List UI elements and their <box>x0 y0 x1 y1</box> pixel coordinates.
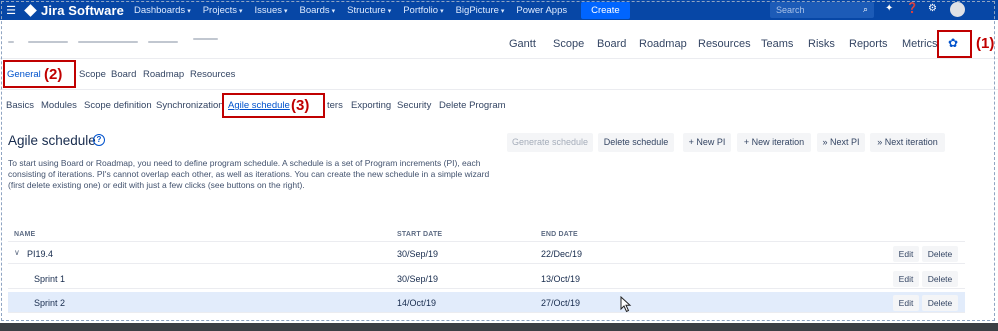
settings-icon[interactable]: ⚙ <box>928 3 937 14</box>
subnav-scope[interactable]: Scope <box>79 69 106 80</box>
divider <box>0 58 998 59</box>
row-start-date: 30/Sep/19 <box>397 274 439 284</box>
nav-dashboards[interactable]: Dashboards ▾ <box>134 5 191 16</box>
annotation-label-1: (1) <box>976 35 995 52</box>
tab-exporting[interactable]: Exporting <box>351 100 391 111</box>
delete-button[interactable]: Delete <box>922 295 958 311</box>
tab-filters[interactable]: ters <box>327 100 343 111</box>
nav-issues[interactable]: Issues ▾ <box>255 5 288 16</box>
column-header-name: NAME <box>14 231 36 238</box>
search-icon: ⌕ <box>862 4 868 14</box>
annotation-box-1 <box>937 30 972 58</box>
project-nav-reports[interactable]: Reports <box>849 38 888 50</box>
nav-bigpicture[interactable]: BigPicture ▾ <box>456 5 505 16</box>
search-input[interactable]: Search ⌕ <box>770 2 874 18</box>
schedule-description: To start using Board or Roadmap, you nee… <box>8 158 490 190</box>
nav-boards[interactable]: Boards ▾ <box>300 5 336 16</box>
nav-portfolio[interactable]: Portfolio ▾ <box>403 5 443 16</box>
column-header-end-date: END DATE <box>541 231 578 238</box>
delete-schedule-button[interactable]: Delete schedule <box>598 133 674 152</box>
edit-button[interactable]: Edit <box>893 295 919 311</box>
avatar[interactable] <box>950 2 965 17</box>
edit-button[interactable]: Edit <box>893 246 919 262</box>
project-nav-teams[interactable]: Teams <box>761 38 793 50</box>
row-start-date: 14/Oct/19 <box>397 298 437 308</box>
next-pi-button[interactable]: » Next PI <box>817 133 865 152</box>
nav-projects[interactable]: Projects ▾ <box>203 5 243 16</box>
chevron-down-icon: ▾ <box>500 7 505 15</box>
project-nav-risks[interactable]: Risks <box>808 38 835 50</box>
nav-power-apps[interactable]: Power Apps <box>516 5 567 16</box>
page-title: Agile schedule <box>8 133 96 148</box>
row-end-date: 27/Oct/19 <box>541 298 581 308</box>
new-pi-button[interactable]: + New PI <box>683 133 731 152</box>
annotation-label-2: (2) <box>44 66 63 83</box>
help-icon[interactable]: ? <box>93 134 105 146</box>
chevron-down-icon: ▾ <box>239 7 243 15</box>
project-nav-gantt[interactable]: Gantt <box>509 38 536 50</box>
jira-diamond-icon <box>24 3 37 17</box>
project-nav-resources[interactable]: Resources <box>698 38 751 50</box>
annotation-box-2 <box>3 60 76 88</box>
help-icon[interactable]: ❓ <box>906 3 918 14</box>
table-row-sprint[interactable]: Sprint 1 30/Sep/19 13/Oct/19 Edit Delete <box>8 268 965 289</box>
chevron-down-icon: ▾ <box>387 7 392 15</box>
project-title-blurred <box>8 36 223 48</box>
table-row-sprint-selected[interactable]: Sprint 2 14/Oct/19 27/Oct/19 Edit Delete <box>8 292 965 313</box>
create-button[interactable]: Create <box>581 1 630 19</box>
notifications-icon[interactable]: ✦ <box>885 3 893 14</box>
project-nav-metrics[interactable]: Metrics <box>902 38 937 50</box>
row-name: Sprint 1 <box>34 274 66 284</box>
project-nav-scope[interactable]: Scope <box>553 38 584 50</box>
generate-schedule-button[interactable]: Generate schedule <box>507 133 593 152</box>
chevron-down-icon[interactable]: ∨ <box>14 248 20 257</box>
subnav-roadmap[interactable]: Roadmap <box>143 69 184 80</box>
chevron-down-icon: ▾ <box>187 7 191 15</box>
tab-basics[interactable]: Basics <box>6 100 34 111</box>
new-iteration-button[interactable]: + New iteration <box>737 133 811 152</box>
subnav-resources[interactable]: Resources <box>190 69 235 80</box>
menu-icon[interactable]: ☰ <box>0 4 22 17</box>
top-navigation-bar: ☰ Jira Software Dashboards ▾ Projects ▾ Is… <box>0 0 998 20</box>
table-row-pi[interactable]: ∨ PI19.4 30/Sep/19 22/Dec/19 Edit Delete <box>8 243 965 264</box>
subnav-board[interactable]: Board <box>111 69 136 80</box>
tab-modules[interactable]: Modules <box>41 100 77 111</box>
tab-synchronization[interactable]: Synchronization <box>156 100 224 111</box>
row-end-date: 22/Dec/19 <box>541 249 583 259</box>
mouse-cursor-icon <box>620 296 632 313</box>
next-iteration-button[interactable]: » Next iteration <box>870 133 945 152</box>
column-header-start-date: START DATE <box>397 231 443 238</box>
nav-structure[interactable]: Structure ▾ <box>347 5 391 16</box>
divider <box>0 89 998 90</box>
row-name: Sprint 2 <box>34 298 66 308</box>
chevron-down-icon: ▾ <box>331 7 336 15</box>
delete-button[interactable]: Delete <box>922 246 958 262</box>
bottom-bar <box>0 323 998 331</box>
project-nav-board[interactable]: Board <box>597 38 626 50</box>
tab-security[interactable]: Security <box>397 100 431 111</box>
row-end-date: 13/Oct/19 <box>541 274 581 284</box>
annotation-box-3 <box>222 93 325 118</box>
row-name: PI19.4 <box>27 249 54 259</box>
chevron-down-icon: ▾ <box>440 7 444 15</box>
table-header-divider <box>8 241 965 242</box>
tab-delete-program[interactable]: Delete Program <box>439 100 506 111</box>
jira-logo[interactable]: Jira Software <box>22 3 124 18</box>
chevron-down-icon: ▾ <box>284 7 288 15</box>
project-nav-roadmap[interactable]: Roadmap <box>639 38 687 50</box>
tab-scope-definition[interactable]: Scope definition <box>84 100 152 111</box>
delete-button[interactable]: Delete <box>922 271 958 287</box>
edit-button[interactable]: Edit <box>893 271 919 287</box>
annotation-label-3: (3) <box>291 97 310 114</box>
row-start-date: 30/Sep/19 <box>397 249 439 259</box>
